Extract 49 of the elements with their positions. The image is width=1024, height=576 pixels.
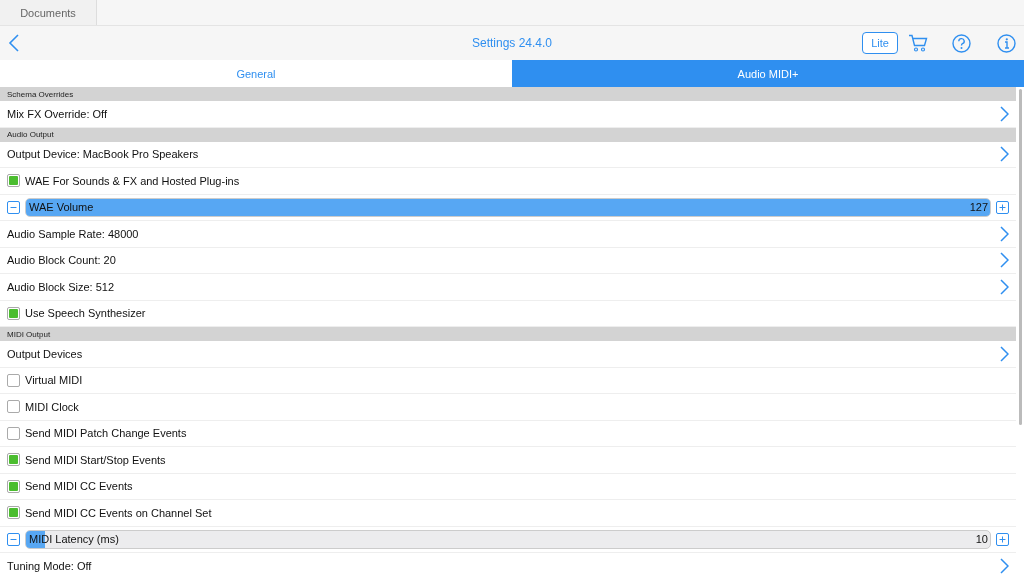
settings-row[interactable]: Tuning Mode: Off: [0, 553, 1016, 576]
screen-title: Settings 24.4.0: [471, 36, 553, 50]
slider-track[interactable]: WAE Volume 127: [25, 197, 991, 217]
slider-value: 127: [969, 201, 989, 214]
back-icon[interactable]: [8, 34, 19, 52]
checkbox[interactable]: [7, 174, 20, 188]
checkbox[interactable]: [7, 453, 20, 467]
chevron-right-icon: [1000, 252, 1009, 269]
settings-row[interactable]: Audio Block Size: 512: [0, 274, 1016, 301]
info-icon[interactable]: [997, 33, 1016, 53]
checkbox[interactable]: [7, 373, 20, 387]
minus-icon[interactable]: [7, 532, 20, 546]
checkbox-label: Send MIDI Start/Stop Events: [25, 453, 166, 466]
settings-row[interactable]: Mix FX Override: Off: [0, 101, 1016, 128]
documents-tab[interactable]: Documents: [0, 0, 97, 25]
lite-button[interactable]: Lite: [862, 32, 898, 54]
chevron-right-icon: [1000, 345, 1009, 362]
minus-icon[interactable]: [7, 200, 20, 214]
plus-icon[interactable]: [996, 532, 1009, 546]
checkbox-label: Send MIDI CC Events: [25, 480, 133, 493]
chevron-right-icon: [1000, 278, 1009, 295]
checkbox-label: WAE For Sounds & FX and Hosted Plug-ins: [25, 174, 240, 187]
section-header: Schema Overrides: [7, 89, 74, 99]
checkbox-label: Send MIDI Patch Change Events: [25, 427, 187, 440]
checkbox[interactable]: [7, 479, 20, 493]
checkbox-label: Use Speech Synthesizer: [25, 307, 146, 320]
checkbox[interactable]: [7, 306, 20, 320]
chevron-right-icon: [1000, 557, 1009, 574]
chevron-right-icon: [1000, 225, 1009, 242]
slider-value: 10: [975, 533, 989, 546]
checkbox-label: Virtual MIDI: [25, 374, 83, 387]
section-header: MIDI Output: [7, 329, 51, 339]
chevron-right-icon: [1000, 146, 1009, 163]
slider-label: WAE Volume: [28, 201, 94, 214]
chevron-right-icon: [1000, 105, 1009, 122]
help-icon[interactable]: [952, 33, 971, 53]
checkbox[interactable]: [7, 426, 20, 440]
section-header: Audio Output: [7, 130, 54, 139]
plus-icon[interactable]: [996, 200, 1009, 214]
cart-icon[interactable]: [908, 34, 928, 52]
settings-row[interactable]: Audio Block Count: 20: [0, 247, 1016, 274]
settings-row[interactable]: Audio Sample Rate: 48000: [0, 221, 1016, 248]
checkbox-label: MIDI Clock: [25, 400, 79, 413]
checkbox[interactable]: [7, 506, 20, 520]
checkbox[interactable]: [7, 400, 20, 414]
settings-row[interactable]: Output Devices: [0, 341, 1016, 368]
settings-row[interactable]: Output Device: MacBook Pro Speakers: [0, 141, 1016, 168]
checkbox-label: Send MIDI CC Events on Channel Set: [25, 506, 212, 519]
scrollbar[interactable]: [1018, 89, 1022, 425]
